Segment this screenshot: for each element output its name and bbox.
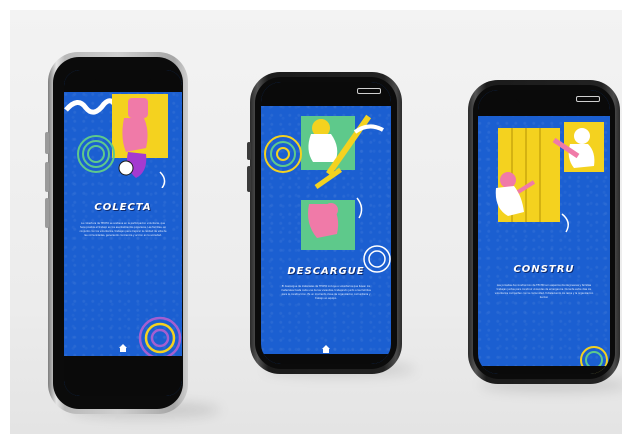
- bottom-bar: [478, 366, 610, 374]
- status-bar: [261, 82, 391, 106]
- section-title: CONSTRU: [513, 264, 575, 275]
- volunteer-illustration: [264, 114, 384, 250]
- home-icon[interactable]: [321, 344, 331, 354]
- volunteer-illustration: [495, 122, 604, 233]
- side-button: [45, 132, 49, 154]
- phone-screen: CONSTRU Las jornadas de construccion de …: [478, 90, 610, 374]
- side-button: [45, 198, 49, 228]
- bottom-bar: [261, 354, 391, 364]
- section-title: COLECTA: [94, 202, 152, 213]
- section-paragraph: Las jornadas de construccion de TECHO so…: [494, 284, 594, 299]
- battery-icon: [357, 88, 381, 94]
- notch: [297, 82, 355, 96]
- side-button: [45, 162, 49, 192]
- home-icon[interactable]: [118, 343, 128, 353]
- bottom-bar: [64, 356, 182, 396]
- spiral-decoration: [138, 316, 182, 360]
- section-paragraph: El descargue de materiales de TECHO incl…: [281, 285, 371, 300]
- section-paragraph: La cobertura de TECHO se sostiene en la …: [79, 222, 167, 237]
- status-bar: [478, 90, 610, 116]
- spiral-decoration: [363, 245, 391, 273]
- phone-middle: DESCARGUE El descargue de materiales de …: [247, 72, 402, 374]
- battery-icon: [576, 96, 600, 102]
- notch: [515, 90, 573, 104]
- phone-right: CONSTRU Las jornadas de construccion de …: [468, 80, 620, 384]
- volunteer-illustration: [64, 94, 168, 188]
- phone-screen: COLECTA La cobertura de TECHO se sostien…: [64, 70, 182, 396]
- side-button: [247, 142, 251, 160]
- phone-left: COLECTA La cobertura de TECHO se sostien…: [45, 52, 188, 414]
- photo-backdrop: COLECTA La cobertura de TECHO se sostien…: [10, 10, 622, 434]
- phone-screen: DESCARGUE El descargue de materiales de …: [261, 82, 391, 364]
- notch: [94, 70, 152, 84]
- side-button: [247, 166, 251, 192]
